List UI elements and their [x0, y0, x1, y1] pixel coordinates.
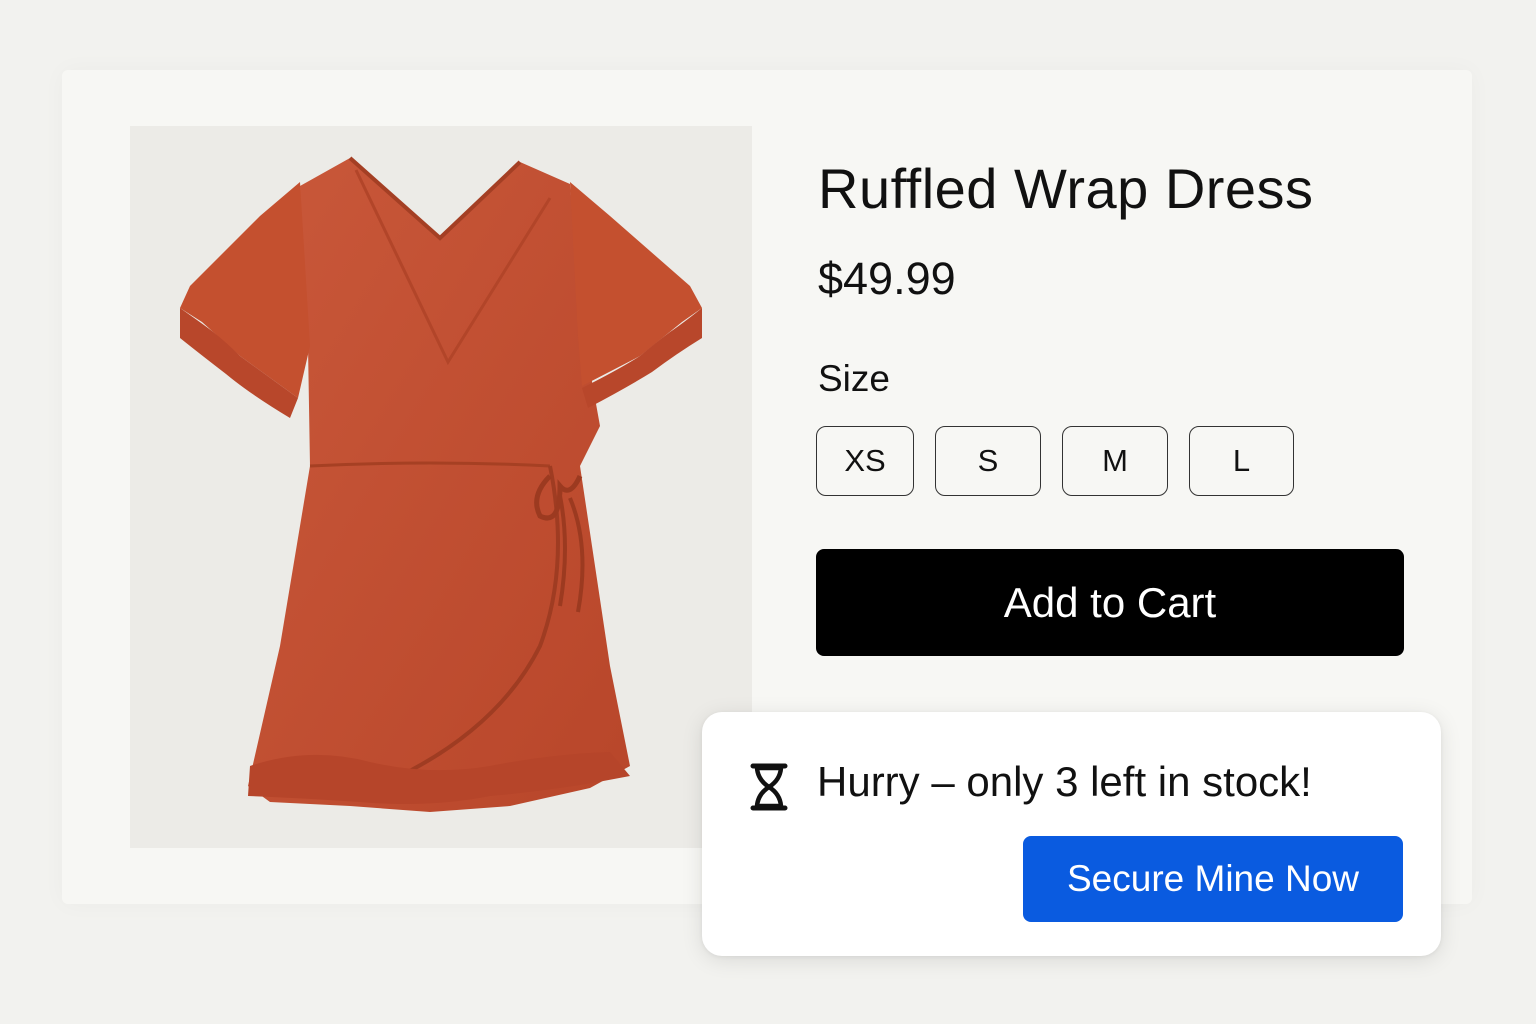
size-label: Size	[818, 358, 890, 399]
hourglass-icon	[748, 762, 790, 812]
size-option-xs[interactable]: XS	[816, 426, 914, 496]
product-price: $49.99	[818, 253, 956, 304]
product-image	[130, 126, 752, 848]
size-option-l[interactable]: L	[1189, 426, 1294, 496]
product-title: Ruffled Wrap Dress	[818, 157, 1314, 220]
size-option-m[interactable]: M	[1062, 426, 1168, 496]
dress-illustration	[180, 156, 702, 812]
urgency-message: Hurry – only 3 left in stock!	[817, 758, 1312, 805]
size-selector: XS S M L	[816, 426, 1294, 496]
size-option-s[interactable]: S	[935, 426, 1041, 496]
secure-mine-now-button[interactable]: Secure Mine Now	[1023, 836, 1403, 922]
stock-urgency-popup: Hurry – only 3 left in stock! Secure Min…	[702, 712, 1441, 956]
add-to-cart-button[interactable]: Add to Cart	[816, 549, 1404, 656]
